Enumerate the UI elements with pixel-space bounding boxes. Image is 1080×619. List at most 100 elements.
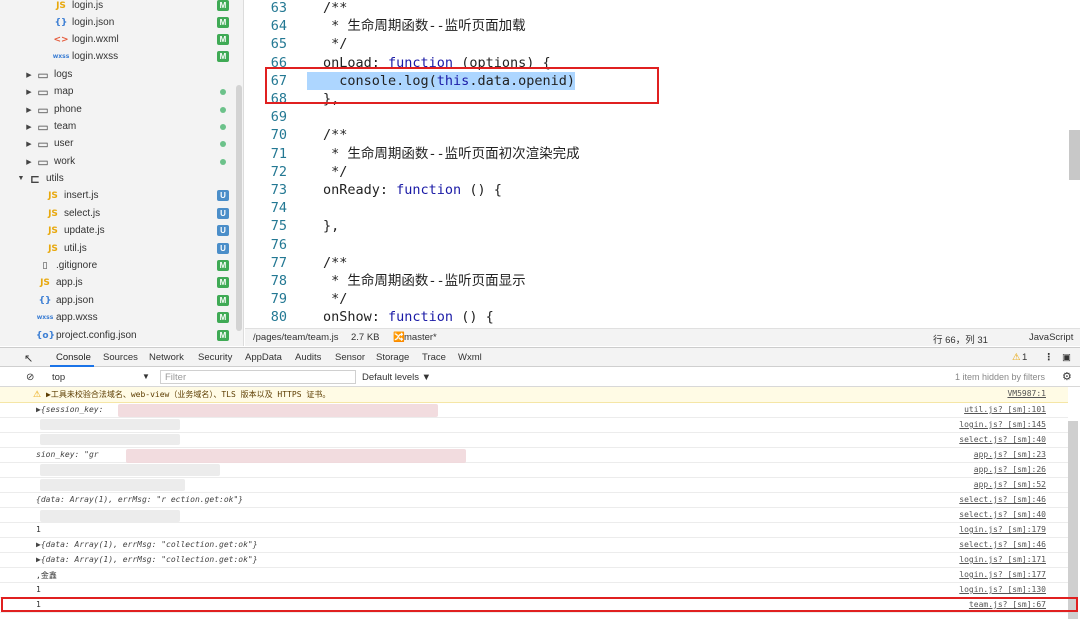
console-message[interactable]: {data: Array(1), errMsg: "r ection.get:o… [36, 495, 243, 504]
file-tree-item[interactable]: ▶ ▭ logs [0, 66, 236, 83]
code-line[interactable]: 72 */ [245, 163, 1080, 181]
tab-security[interactable]: Security [198, 352, 232, 363]
file-tree-item[interactable]: ▯ .gitignore M [0, 257, 236, 274]
code-line[interactable]: 63 /** [245, 0, 1080, 17]
console-message[interactable]: ▶{data: Array(1), errMsg: "collection.ge… [36, 555, 258, 564]
code-line[interactable]: 74 [245, 199, 1080, 217]
inspect-element-icon[interactable]: ↖ [24, 352, 33, 365]
file-tree-item[interactable]: ▶ ▭ map [0, 83, 236, 100]
file-tree-item[interactable]: ▶ ▭ work [0, 153, 236, 170]
console-source-link[interactable]: util.js? [sm]:101 [964, 405, 1046, 414]
file-tree-item[interactable]: {} app.json M [0, 292, 236, 309]
clear-console-icon[interactable]: ⊘ [26, 372, 34, 383]
file-tree-item[interactable]: ▼ ⊏ utils [0, 170, 236, 187]
cursor-position[interactable]: 行 66，列 31 [933, 332, 988, 346]
file-tree-item[interactable]: wxss app.wxss M [0, 309, 236, 326]
console-source-link[interactable]: VM5987:1 [1007, 389, 1046, 398]
file-tree-item[interactable]: <> login.wxml M [0, 31, 236, 48]
warning-icon[interactable]: ⚠ [1012, 352, 1021, 363]
console-message[interactable]: ▶{data: Array(1), errMsg: "collection.ge… [36, 540, 258, 549]
file-tree-item[interactable]: JS login.js M [0, 0, 236, 14]
file-tree-item[interactable]: {} login.json M [0, 14, 236, 31]
filter-input[interactable]: Filter [160, 370, 356, 384]
tab-appdata[interactable]: AppData [245, 352, 282, 363]
console-source-link[interactable]: team.js? [sm]:67 [969, 600, 1046, 609]
console-log-row[interactable]: ▶{data: Array(1), errMsg: "collection.ge… [0, 538, 1068, 553]
tab-network[interactable]: Network [149, 352, 184, 363]
code-line[interactable]: 66 onLoad: function (options) { [245, 54, 1080, 72]
tab-audits[interactable]: Audits [295, 352, 321, 363]
console-source-link[interactable]: login.js? [sm]:145 [959, 420, 1046, 429]
file-tree-item[interactable]: JS app.js M [0, 274, 236, 291]
code-line[interactable]: 71 * 生命周期函数--监听页面初次渲染完成 [245, 145, 1080, 163]
console-source-link[interactable]: select.js? [sm]:40 [959, 510, 1046, 519]
language-mode[interactable]: JavaScript [1029, 332, 1073, 343]
console-scrollbar[interactable] [1068, 421, 1078, 619]
console-source-link[interactable]: login.js? [sm]:177 [959, 570, 1046, 579]
dock-icon[interactable]: ▣ [1062, 352, 1071, 363]
console-source-link[interactable]: app.js? [sm]:52 [974, 480, 1046, 489]
code-line[interactable]: 76 [245, 236, 1080, 254]
code-line[interactable]: 69 [245, 108, 1080, 126]
log-levels-select[interactable]: Default levels ▼ [362, 372, 431, 383]
chevron-right-icon[interactable]: ▶ [24, 88, 34, 96]
file-tree-item[interactable]: ▶ ▭ phone [0, 101, 236, 118]
warning-count[interactable]: 1 [1022, 352, 1027, 363]
code-line[interactable]: 67 console.log(this.data.openid) [245, 71, 1080, 90]
file-tree-item[interactable]: wxss login.wxss M [0, 48, 236, 65]
file-tree-item[interactable]: JS insert.js U [0, 187, 236, 204]
code-line[interactable]: 68}, [245, 90, 1080, 108]
chevron-right-icon[interactable]: ▶ [24, 106, 34, 114]
file-tree-item[interactable]: JS select.js U [0, 205, 236, 222]
more-options-icon[interactable]: ⋮ [1044, 352, 1054, 363]
file-tree-item[interactable]: {o} project.config.json M [0, 327, 236, 344]
code-line[interactable]: 77 /** [245, 254, 1080, 272]
editor-scrollbar[interactable] [1069, 130, 1080, 180]
tab-console[interactable]: Console [56, 352, 91, 363]
chevron-right-icon[interactable]: ▶ [24, 123, 34, 131]
code-line[interactable]: 70 /** [245, 126, 1080, 144]
settings-gear-icon[interactable]: ⚙ [1062, 370, 1072, 383]
file-tree-item[interactable]: JS util.js U [0, 240, 236, 257]
console-log-row[interactable]: 1 login.js? [sm]:130 [0, 583, 1068, 598]
code-line[interactable]: 65 */ [245, 35, 1080, 53]
tab-sources[interactable]: Sources [103, 352, 138, 363]
console-source-link[interactable]: login.js? [sm]:179 [959, 525, 1046, 534]
chevron-right-icon[interactable]: ▶ [24, 158, 34, 166]
context-select[interactable]: top ▼ [44, 369, 156, 385]
console-log-row[interactable]: 1 team.js? [sm]:67 [0, 598, 1068, 613]
code-line[interactable]: 79 */ [245, 290, 1080, 308]
console-source-link[interactable]: select.js? [sm]:40 [959, 435, 1046, 444]
code-line[interactable]: 80 onShow: function () { [245, 308, 1080, 326]
console-source-link[interactable]: app.js? [sm]:23 [974, 450, 1046, 459]
console-source-link[interactable]: login.js? [sm]:130 [959, 585, 1046, 594]
console-source-link[interactable]: app.js? [sm]:26 [974, 465, 1046, 474]
console-log-row[interactable]: ,金鑫 login.js? [sm]:177 [0, 568, 1068, 583]
tab-sensor[interactable]: Sensor [335, 352, 365, 363]
console-source-link[interactable]: login.js? [sm]:171 [959, 555, 1046, 564]
tree-scrollbar[interactable] [236, 85, 242, 331]
code-editor[interactable]: 63/** 64 * 生命周期函数--监听页面加载 65 */66 onLoad: f… [245, 0, 1080, 328]
code-line[interactable]: 78 * 生命周期函数--监听页面显示 [245, 272, 1080, 290]
console-message[interactable]: ▶{session_key: [36, 405, 103, 414]
console-source-link[interactable]: select.js? [sm]:46 [959, 495, 1046, 504]
code-line[interactable]: 64 * 生命周期函数--监听页面加载 [245, 17, 1080, 35]
file-tree-item[interactable]: JS update.js U [0, 222, 236, 239]
tab-storage[interactable]: Storage [376, 352, 409, 363]
code-line[interactable]: 73 onReady: function () { [245, 181, 1080, 199]
file-tree-item[interactable]: ▶ ▭ user [0, 135, 236, 152]
file-tree-item[interactable]: ▶ ▭ team [0, 118, 236, 135]
console-message[interactable]: sion_key: "gr [36, 450, 99, 459]
chevron-right-icon[interactable]: ▶ [24, 140, 34, 148]
console-log-row[interactable]: {data: Array(1), errMsg: "r ection.get:o… [0, 493, 1068, 508]
console-source-link[interactable]: select.js? [sm]:46 [959, 540, 1046, 549]
console-warning-row[interactable]: ⚠ ▶工具未校验合法域名、web-view（业务域名）、TLS 版本以及 HTTP… [0, 387, 1068, 403]
chevron-down-icon[interactable]: ▼ [16, 175, 26, 182]
chevron-right-icon[interactable]: ▶ [24, 71, 34, 79]
tab-wxml[interactable]: Wxml [458, 352, 482, 363]
console-log-row[interactable]: 1 login.js? [sm]:179 [0, 523, 1068, 538]
git-branch[interactable]: master* [404, 332, 437, 343]
tab-trace[interactable]: Trace [422, 352, 446, 363]
console-log-row[interactable]: ▶{data: Array(1), errMsg: "collection.ge… [0, 553, 1068, 568]
code-line[interactable]: 75}, [245, 217, 1080, 235]
